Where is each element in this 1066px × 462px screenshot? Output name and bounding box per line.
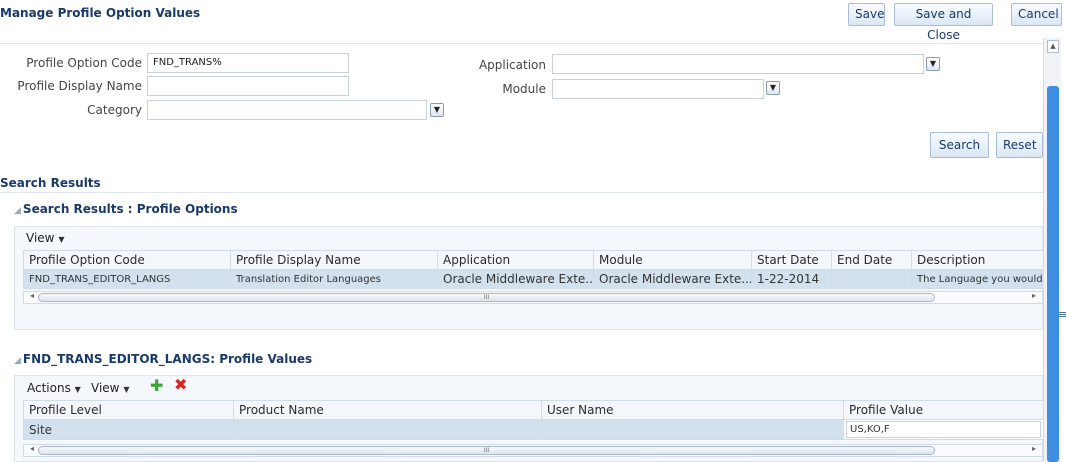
view-menu[interactable]: View ▼	[26, 231, 64, 245]
options-horizontal-scrollbar[interactable]: ◂ III ▸	[23, 291, 1043, 304]
profile-option-code-input[interactable]: FND_TRANS%	[147, 53, 349, 73]
category-label: Category	[87, 103, 142, 117]
search-button[interactable]: Search	[930, 132, 989, 158]
cell-profile-value: US,KO,F	[843, 419, 1044, 440]
table-header-row: Profile Level Product Name User Name Pro…	[23, 400, 1044, 420]
actions-menu[interactable]: Actions ▼	[27, 381, 81, 395]
cell-module: Oracle Middleware Exte...	[593, 269, 752, 289]
scroll-left-icon[interactable]: ◂	[30, 444, 34, 453]
scrollbar-thumb[interactable]: III	[38, 293, 935, 302]
column-header[interactable]: Profile Level	[23, 400, 234, 420]
caret-down-icon: ▼	[123, 385, 130, 394]
scrollbar-thumb[interactable]: III	[38, 446, 935, 455]
header-divider	[0, 43, 1043, 44]
profile-value-input[interactable]: US,KO,F	[846, 421, 1041, 438]
profile-options-table: Profile Option Code Profile Display Name…	[23, 250, 1044, 289]
column-header[interactable]: Module	[593, 250, 752, 270]
search-results-heading: Search Results	[0, 176, 101, 190]
collapse-triangle-icon[interactable]: ◢	[14, 206, 21, 216]
cell-profile-level: Site	[23, 419, 234, 440]
profile-display-name-label: Profile Display Name	[17, 79, 142, 93]
cell-end-date	[831, 269, 912, 289]
application-dropdown-icon[interactable]: ▼	[926, 57, 940, 71]
scrollbar-thumb[interactable]	[1047, 86, 1059, 462]
cancel-button[interactable]: Cancel	[1011, 3, 1062, 26]
cell-description: The Language you would l	[911, 269, 1044, 289]
profile-values-table: Profile Level Product Name User Name Pro…	[23, 400, 1044, 440]
reset-button[interactable]: Reset	[996, 132, 1043, 158]
page-title: Manage Profile Option Values	[0, 6, 201, 20]
column-header[interactable]: Profile Value	[843, 400, 1044, 420]
column-header[interactable]: Application	[437, 250, 594, 270]
cell-code: FND_TRANS_EDITOR_LANGS	[23, 269, 231, 289]
cell-start-date: 1-22-2014	[751, 269, 832, 289]
application-select[interactable]	[552, 54, 924, 74]
values-horizontal-scrollbar[interactable]: ◂ III ▸	[23, 444, 1043, 457]
caret-down-icon: ▼	[74, 385, 81, 394]
cell-application: Oracle Middleware Exte...	[437, 269, 594, 289]
category-dropdown-icon[interactable]: ▼	[430, 103, 444, 117]
caret-down-icon: ▼	[58, 235, 65, 244]
profile-option-code-label: Profile Option Code	[26, 56, 142, 70]
category-select[interactable]	[147, 100, 427, 120]
grip-icon: ≡	[1058, 308, 1066, 321]
application-label: Application	[478, 58, 546, 72]
plus-icon[interactable]: ✚	[150, 378, 163, 394]
table-row[interactable]: Site US,KO,F	[23, 419, 1044, 440]
collapse-triangle-icon[interactable]: ◢	[14, 356, 21, 366]
profile-values-subheading: ◢ FND_TRANS_EDITOR_LANGS: Profile Values	[14, 352, 313, 366]
view-menu[interactable]: View ▼	[91, 381, 129, 395]
table-header-row: Profile Option Code Profile Display Name…	[23, 250, 1044, 270]
cell-product-name	[233, 419, 542, 440]
vertical-scrollbar[interactable]: ▲ ≡	[1043, 38, 1066, 462]
cell-user-name	[541, 419, 844, 440]
cell-display-name: Translation Editor Languages	[230, 269, 438, 289]
module-label: Module	[502, 82, 546, 96]
scroll-left-icon[interactable]: ◂	[30, 291, 34, 300]
save-button[interactable]: Save	[848, 3, 885, 26]
scroll-right-icon[interactable]: ▸	[1032, 291, 1036, 300]
module-dropdown-icon[interactable]: ▼	[766, 81, 780, 95]
column-header[interactable]: User Name	[541, 400, 844, 420]
column-header[interactable]: Description	[911, 250, 1044, 270]
profile-options-subheading: ◢ Search Results : Profile Options	[14, 202, 238, 216]
results-divider	[0, 192, 1043, 193]
column-header[interactable]: Product Name	[233, 400, 542, 420]
column-header[interactable]: End Date	[831, 250, 912, 270]
scroll-right-icon[interactable]: ▸	[1032, 444, 1036, 453]
column-header[interactable]: Profile Display Name	[230, 250, 438, 270]
column-header[interactable]: Profile Option Code	[23, 250, 231, 270]
profile-display-name-input[interactable]	[147, 76, 349, 96]
column-header[interactable]: Start Date	[751, 250, 832, 270]
module-select[interactable]	[552, 79, 764, 99]
table-row[interactable]: FND_TRANS_EDITOR_LANGS Translation Edito…	[23, 269, 1044, 289]
x-icon[interactable]: ✖	[174, 377, 187, 393]
save-and-close-button[interactable]: Save and Close	[894, 3, 993, 42]
scroll-up-icon[interactable]: ▲	[1047, 40, 1059, 53]
